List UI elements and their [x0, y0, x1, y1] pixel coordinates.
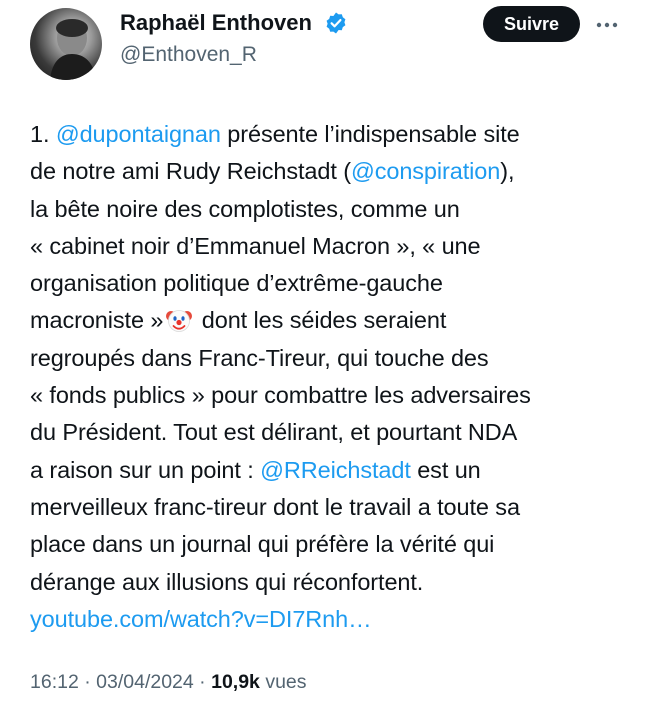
author-handle[interactable]: @Enthoven_R — [120, 43, 257, 67]
tweet-line: dérange aux illusions qui réconfortent. — [30, 564, 630, 601]
tweet-line: « cabinet noir d’Emmanuel Macron », « un… — [30, 228, 630, 265]
tweet-line: de notre ami Rudy Reichstadt (@conspirat… — [30, 153, 630, 190]
tweet-text-segment: 1. — [30, 121, 56, 147]
url-link[interactable]: youtube.com/watch?v=DI7Rnh… — [30, 606, 372, 632]
tweet-line: 1. @dupontaignan présente l’indispensabl… — [30, 116, 630, 153]
tweet-text-segment: organisation politique d’extrême-gauche — [30, 270, 443, 297]
tweet-line: youtube.com/watch?v=DI7Rnh… — [30, 601, 630, 638]
tweet-text: 1. @dupontaignan présente l’indispensabl… — [30, 116, 630, 638]
author-name[interactable]: Raphaël Enthoven — [120, 10, 312, 36]
tweet-meta: 16:12 · 03/04/2024 · 10,9k vues — [30, 671, 307, 694]
tweet-text-segment: du Président. Tout est délirant, et pour… — [30, 419, 518, 446]
tweet-line: regroupés dans Franc-Tireur, qui touche … — [30, 340, 630, 377]
tweet-text-segment: de notre ami Rudy Reichstadt ( — [30, 158, 351, 185]
mention-link[interactable]: @conspiration — [351, 158, 500, 184]
tweet-text-segment: la bête noire des complotistes, comme un — [30, 195, 460, 222]
views-count: 10,9k — [211, 671, 260, 693]
tweet-line: a raison sur un point : @RReichstadt est… — [30, 452, 630, 489]
tweet-text-segment: regroupés dans Franc-Tireur, qui touche … — [30, 344, 489, 371]
tweet-text-segment: a raison sur un point : — [30, 456, 261, 483]
views-label: vues — [259, 671, 307, 693]
tweet-line: du Président. Tout est délirant, et pour… — [30, 414, 630, 451]
avatar-photo — [50, 19, 96, 80]
tweet-text-segment: « fonds publics » pour combattre les adv… — [30, 382, 531, 409]
author-avatar[interactable] — [30, 8, 102, 80]
tweet-line: « fonds publics » pour combattre les adv… — [30, 377, 630, 414]
clown-face-emoji — [166, 310, 193, 333]
tweet-line: merveilleux franc-tireur dont le travail… — [30, 489, 630, 526]
mention-link[interactable]: @dupontaignan — [56, 121, 221, 147]
tweet-text-segment: « cabinet noir d’Emmanuel Macron », « un… — [30, 232, 481, 259]
more-dots-icon[interactable] — [594, 14, 620, 36]
mention-link[interactable]: @RReichstadt — [260, 457, 411, 483]
tweet-line: place dans un journal qui préfère la vér… — [30, 526, 630, 563]
tweet-text-segment: dont les séides seraient — [195, 307, 447, 334]
tweet-line: macroniste » dont les séides seraient — [30, 302, 630, 339]
tweet-text-segment: présente l’indispensable site — [220, 121, 520, 147]
tweet-line: la bête noire des complotistes, comme un — [30, 191, 630, 228]
meta-separator: · — [78, 671, 97, 693]
tweet-date[interactable]: 03/04/2024 — [96, 671, 194, 693]
follow-button[interactable]: Suivre — [483, 6, 580, 42]
tweet-text-segment: ), — [500, 158, 515, 185]
tweet-header: Raphaël Enthoven @Enthoven_R Suivre — [0, 0, 650, 90]
meta-separator: · — [193, 671, 212, 693]
tweet-time[interactable]: 16:12 — [30, 671, 79, 693]
tweet-text-segment: dérange aux illusions qui réconfortent. — [30, 568, 424, 595]
tweet-text-segment: merveilleux franc-tireur dont le travail… — [30, 493, 520, 520]
tweet-line: organisation politique d’extrême-gauche — [30, 265, 630, 302]
tweet-text-segment: place dans un journal qui préfère la vér… — [30, 531, 495, 558]
verified-badge-icon — [326, 12, 346, 34]
tweet-text-segment: est un — [410, 456, 481, 483]
tweet-text-segment: macroniste » — [30, 307, 164, 334]
